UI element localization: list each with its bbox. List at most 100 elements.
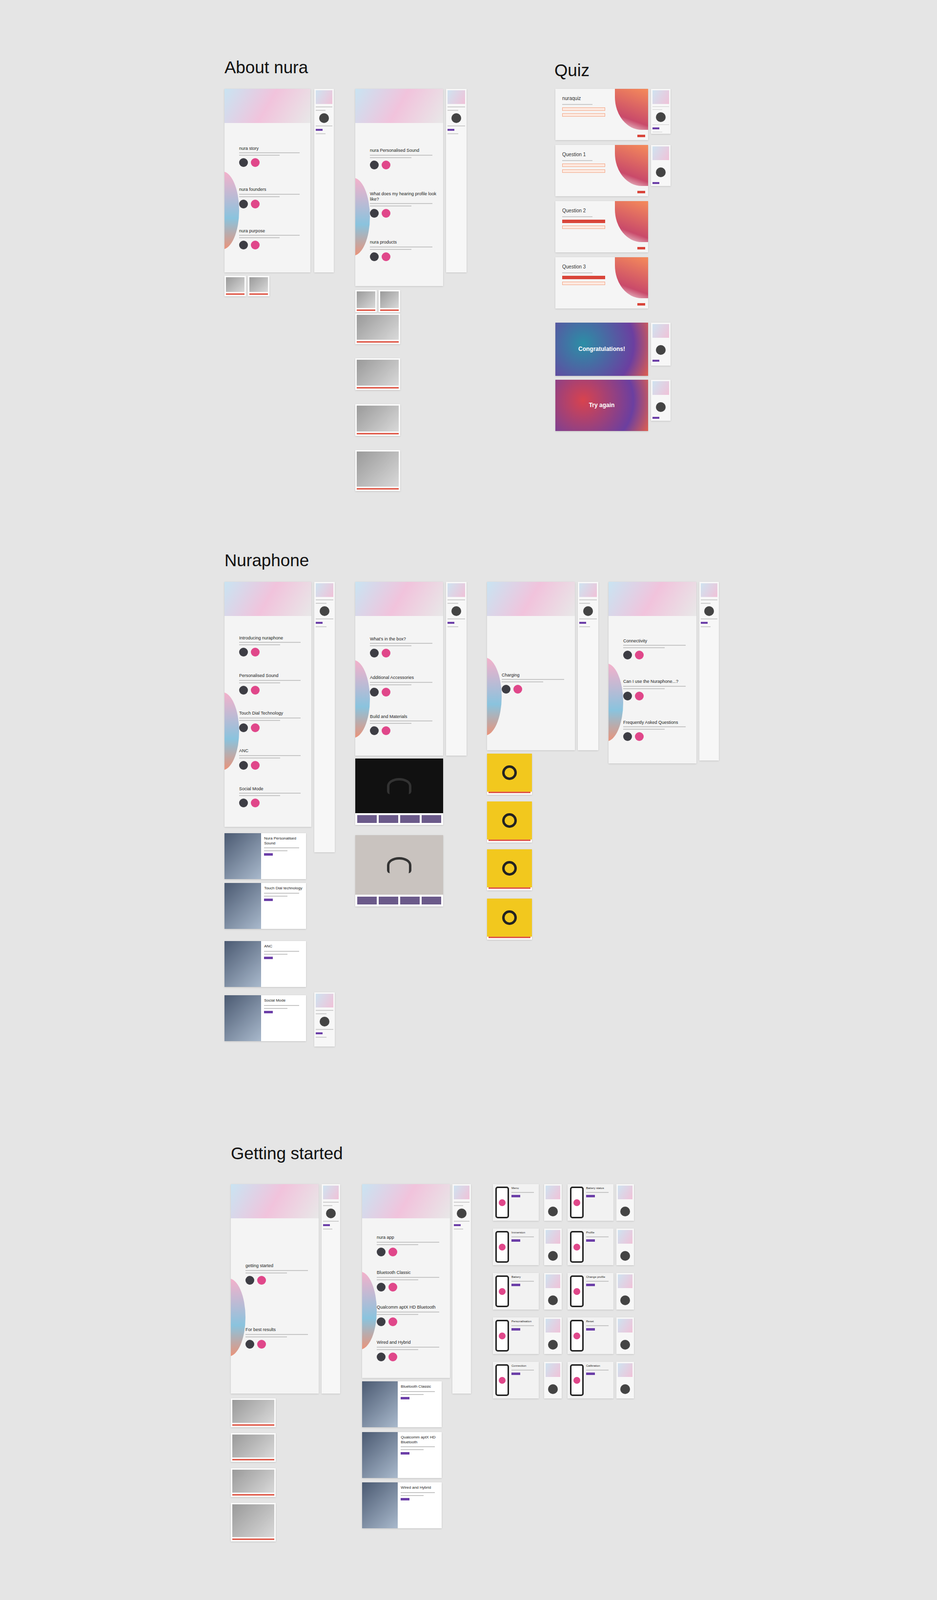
mobile-board[interactable] (651, 322, 671, 366)
thumb-board[interactable] (230, 1398, 276, 1427)
mobile-board[interactable] (651, 144, 671, 186)
swatch-board[interactable] (487, 898, 532, 940)
learn-more-button[interactable] (400, 1451, 410, 1455)
phone-board[interactable]: Immersion (492, 1228, 539, 1265)
thumb-board[interactable] (355, 449, 401, 491)
gallery-board[interactable] (355, 835, 444, 907)
page-board[interactable]: nura story nura founders nura purpose (224, 88, 311, 273)
quiz-heading: nuraquiz (562, 95, 606, 102)
phone-board[interactable]: Personalisation (492, 1317, 539, 1354)
answer-option[interactable] (562, 275, 606, 280)
mobile-board[interactable] (616, 1228, 634, 1265)
learn-more-button[interactable] (264, 853, 273, 856)
phone-board[interactable]: Profile (567, 1228, 614, 1265)
gradient-decoration (355, 177, 370, 256)
mobile-board[interactable] (544, 1228, 562, 1265)
thumb-board[interactable] (230, 1467, 276, 1497)
answer-option[interactable] (562, 169, 606, 173)
thumb-board[interactable] (355, 313, 401, 345)
mobile-board[interactable] (616, 1361, 634, 1399)
feature-board[interactable]: Bluetooth Classic (362, 1381, 442, 1427)
phone-board[interactable]: Reset (567, 1317, 614, 1354)
mobile-board[interactable] (577, 581, 599, 751)
thumb-board[interactable] (230, 1432, 276, 1462)
answer-option[interactable] (562, 219, 606, 224)
mobile-board[interactable] (544, 1272, 562, 1310)
page-board[interactable]: getting started For best results (230, 1183, 319, 1394)
thumb-board[interactable] (224, 275, 246, 297)
next-button[interactable] (637, 303, 646, 306)
mobile-board[interactable] (544, 1317, 562, 1354)
feature-board[interactable]: Social Mode (224, 995, 306, 1041)
learn-more-button[interactable] (264, 956, 273, 959)
phone-board[interactable]: Calibration (567, 1361, 614, 1399)
learn-more-button[interactable] (400, 1497, 410, 1501)
swatch-board[interactable] (487, 849, 532, 891)
next-button[interactable] (637, 190, 646, 194)
page-board[interactable]: Charging (487, 581, 575, 751)
quiz-board[interactable]: Question 3 (555, 257, 649, 309)
next-button[interactable] (637, 134, 646, 138)
mobile-board[interactable] (314, 88, 334, 273)
mobile-board[interactable] (314, 992, 335, 1047)
phone-board[interactable]: Menu (492, 1183, 539, 1221)
mobile-board[interactable] (616, 1272, 634, 1310)
phone-icon (570, 1186, 584, 1219)
page-board[interactable]: Connectivity Can I use the Nuraphone...?… (608, 581, 697, 764)
photo-circle (250, 240, 260, 250)
phone-icon (495, 1364, 510, 1396)
mobile-board[interactable] (544, 1183, 562, 1221)
page-board[interactable]: Introducing nuraphone Personalised Sound… (224, 581, 312, 827)
quiz-board[interactable]: Question 1 (555, 144, 649, 197)
mobile-board[interactable] (544, 1361, 562, 1399)
answer-option[interactable] (562, 281, 606, 286)
quiz-board[interactable]: Question 2 (555, 201, 649, 253)
answer-option[interactable] (562, 113, 606, 117)
mobile-board[interactable] (314, 581, 335, 853)
mobile-board[interactable] (616, 1183, 634, 1221)
section-heading: Frequently Asked Questions (623, 719, 693, 726)
mobile-board[interactable] (651, 88, 671, 134)
phone-board[interactable]: Battery status (567, 1183, 614, 1221)
mobile-board[interactable] (446, 581, 467, 756)
design-canvas[interactable]: About nura nura story nura founders nura… (0, 0, 937, 1600)
mobile-board[interactable] (452, 1183, 471, 1394)
mobile-board[interactable] (651, 379, 671, 421)
phone-board[interactable]: Connection (492, 1361, 539, 1399)
mobile-board[interactable] (446, 88, 467, 273)
page-board[interactable]: nura app Bluetooth Classic Qualcomm aptX… (362, 1183, 450, 1378)
swatch-board[interactable] (487, 753, 532, 795)
swatch-board[interactable] (487, 801, 532, 843)
answer-option[interactable] (562, 163, 606, 167)
feature-board[interactable]: Qualcomm aptX HD Bluetooth (362, 1431, 442, 1478)
mobile-board[interactable] (616, 1317, 634, 1354)
section-title: Quiz (554, 60, 590, 81)
learn-more-button[interactable] (264, 898, 273, 901)
thumb-board[interactable] (355, 358, 401, 390)
learn-more-button[interactable] (400, 1396, 410, 1400)
screen-heading: Menu (511, 1186, 537, 1190)
next-button[interactable] (637, 246, 646, 250)
feature-board[interactable]: Wired and Hybrid (362, 1482, 442, 1528)
feature-board[interactable]: Touch Dial technology (224, 882, 306, 929)
phone-board[interactable]: Change profile (567, 1272, 614, 1310)
thumb-board[interactable] (355, 404, 401, 436)
thumb-board[interactable] (247, 275, 270, 297)
result-board[interactable]: Try again (555, 379, 649, 431)
feature-board[interactable]: Nura Personalised Sound (224, 833, 306, 879)
result-board[interactable]: Congratulations! (555, 322, 649, 376)
learn-more-button[interactable] (264, 1010, 273, 1014)
thumb-board[interactable] (378, 289, 401, 313)
quiz-board[interactable]: nuraquiz (555, 88, 649, 141)
thumb-board[interactable] (230, 1502, 276, 1542)
thumb-board[interactable] (355, 289, 377, 313)
page-board[interactable]: nura Personalised Sound What does my hea… (355, 88, 444, 286)
phone-board[interactable]: Battery (492, 1272, 539, 1310)
answer-option[interactable] (562, 107, 606, 111)
page-board[interactable]: What's in the box? Additional Accessorie… (355, 581, 444, 756)
feature-board[interactable]: ANC (224, 940, 306, 987)
mobile-board[interactable] (699, 581, 719, 761)
answer-option[interactable] (562, 225, 606, 229)
gallery-board[interactable] (355, 758, 444, 825)
mobile-board[interactable] (321, 1183, 341, 1394)
